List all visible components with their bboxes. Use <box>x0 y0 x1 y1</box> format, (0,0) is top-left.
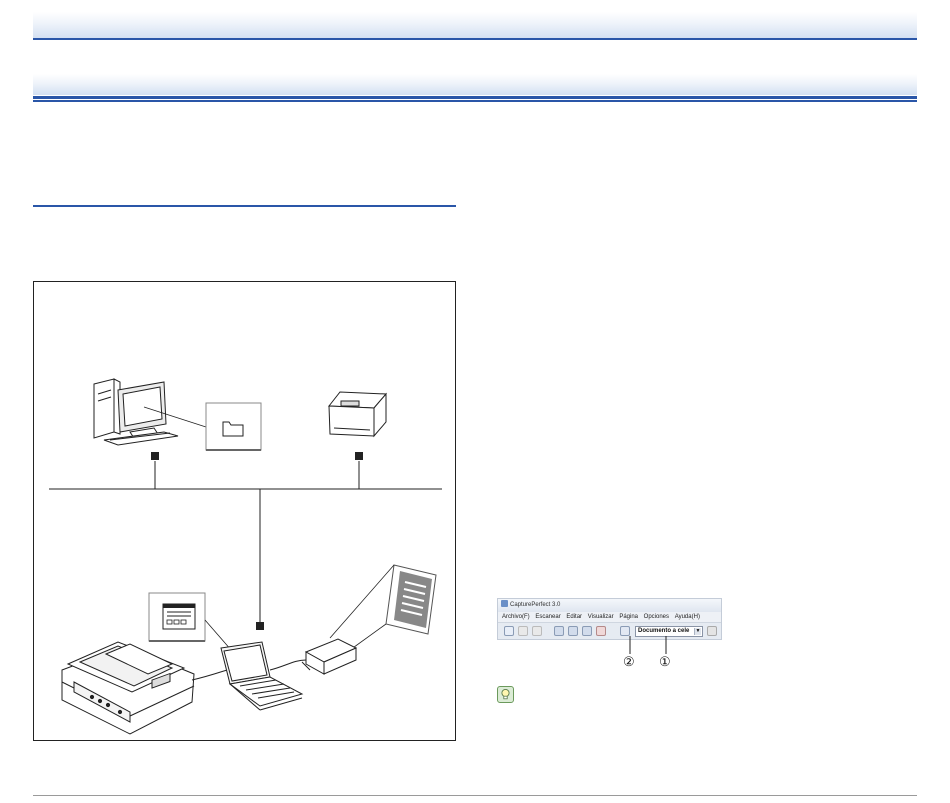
scan-file-icon[interactable] <box>582 626 592 636</box>
printer-icon <box>328 391 388 438</box>
captureperfect-window: CapturePerfect 3.0 Archivo(F) Escanear E… <box>497 598 722 640</box>
menu-item-pagina[interactable]: Página <box>619 614 638 620</box>
open-icon[interactable] <box>504 626 514 636</box>
chevron-down-icon[interactable]: ▼ <box>694 628 701 635</box>
shared-folder-icon <box>205 402 262 451</box>
callout-two: ② <box>623 654 635 669</box>
scanned-page-icon <box>329 564 437 651</box>
network-cable <box>49 461 442 627</box>
callout-one: ① <box>659 654 671 669</box>
menu-item-opciones[interactable]: Opciones <box>644 614 669 620</box>
top-header-band <box>33 12 917 38</box>
app-menu-bar: Archivo(F) Escanear Editar Visualizar Pá… <box>498 612 721 623</box>
menu-item-archivo[interactable]: Archivo(F) <box>502 614 530 620</box>
lightbulb-icon <box>501 688 510 700</box>
network-marker <box>355 452 363 460</box>
menu-item-visualizar[interactable]: Visualizar <box>588 614 614 620</box>
app-title: CapturePerfect 3.0 <box>510 602 561 608</box>
subsection-rule <box>33 205 456 207</box>
document-scanner-icon <box>61 641 195 735</box>
section-header-rule <box>33 96 917 99</box>
app-title-bar: CapturePerfect 3.0 <box>498 599 721 612</box>
laptop-computer-icon <box>220 641 304 711</box>
scan-mail-icon[interactable] <box>596 626 606 636</box>
network-figure <box>33 281 456 741</box>
job-settings-icon[interactable] <box>707 626 717 636</box>
menu-item-escanear[interactable]: Escanear <box>535 614 560 620</box>
scan-batch-icon[interactable] <box>554 626 564 636</box>
app-icon <box>501 600 508 607</box>
tip-icon <box>497 686 514 703</box>
network-marker <box>151 452 159 460</box>
footer-rule <box>33 795 917 796</box>
menu-item-ayuda[interactable]: Ayuda(H) <box>675 614 700 620</box>
network-diagram <box>49 378 442 735</box>
scan-job-icon[interactable] <box>620 626 630 636</box>
desktop-computer-icon <box>93 378 179 446</box>
network-marker <box>256 622 264 630</box>
document-select-value: Documento a cele <box>638 628 690 634</box>
external-device-icon <box>301 638 358 675</box>
section-header-band <box>33 74 917 95</box>
scan-page-icon[interactable] <box>568 626 578 636</box>
section-header-rule-thin <box>33 100 917 102</box>
save-icon[interactable] <box>518 626 528 636</box>
top-header-rule <box>33 38 917 40</box>
app-toolbar: Documento a cele ▼ <box>498 623 721 640</box>
print-icon[interactable] <box>532 626 542 636</box>
menu-item-editar[interactable]: Editar <box>566 614 582 620</box>
scanner-settings-window-icon <box>148 592 206 642</box>
